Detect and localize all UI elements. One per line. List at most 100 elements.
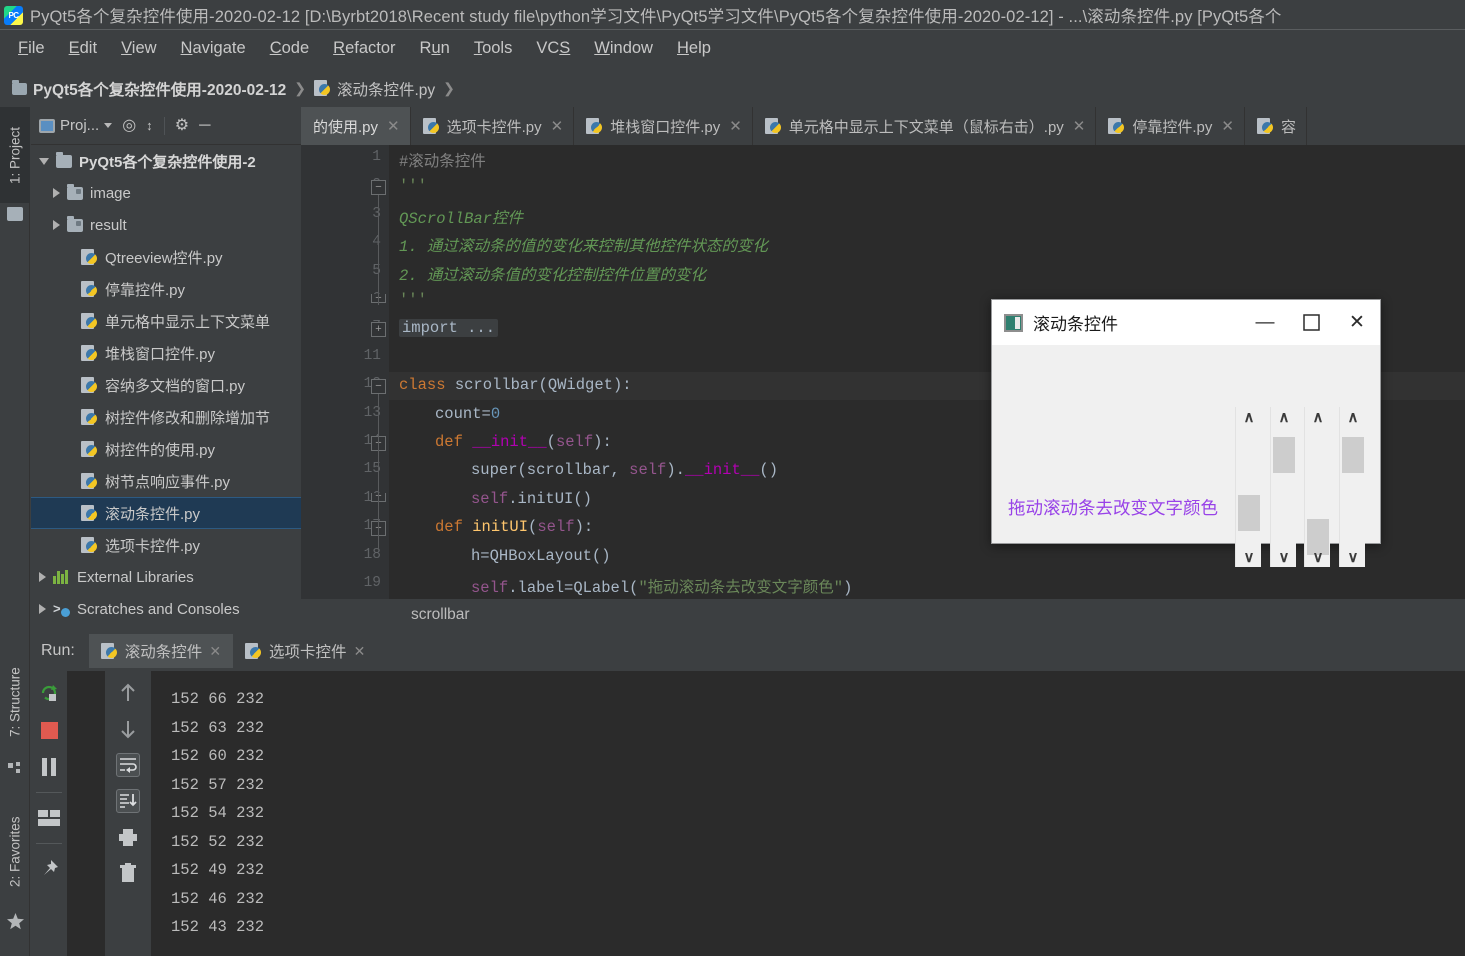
maximize-icon[interactable] — [1288, 300, 1334, 345]
chevron-down-icon[interactable]: ∨ — [1236, 547, 1262, 567]
chevron-up-icon[interactable]: ∧ — [1340, 407, 1366, 427]
locate-icon[interactable]: ◎ — [122, 117, 136, 134]
tree-item-0[interactable]: PyQt5各个复杂控件使用-2 — [31, 145, 301, 177]
menu-help[interactable]: Help — [667, 36, 721, 61]
breadcrumb-file[interactable]: 滚动条控件.py — [337, 78, 435, 100]
menu-code[interactable]: Code — [260, 36, 319, 61]
tree-item-6[interactable]: 堆栈窗口控件.py — [31, 337, 301, 369]
menu-edit[interactable]: Edit — [59, 36, 107, 61]
trash-icon[interactable] — [116, 861, 140, 885]
tree-item-5[interactable]: 单元格中显示上下文菜单 — [31, 305, 301, 337]
editor-tab-5[interactable]: 容 — [1245, 107, 1307, 145]
tree-item-1[interactable]: image — [31, 177, 301, 209]
scroll-to-end-icon[interactable] — [116, 789, 140, 813]
gear-icon[interactable]: ⚙ — [175, 117, 189, 134]
minimize-icon[interactable]: ─ — [199, 117, 210, 134]
run-tab-tabwidget[interactable]: 选项卡控件 ✕ — [233, 634, 377, 668]
menu-refactor[interactable]: Refactor — [323, 36, 405, 61]
console-output[interactable]: 152 66 232 152 63 232 152 60 232 152 57 232… — [151, 671, 1465, 956]
menu-file[interactable]: File — [8, 36, 55, 61]
editor-gutter[interactable]: 1234567111213141516171819−−+−−−− — [301, 145, 389, 599]
soft-wrap-icon[interactable] — [116, 753, 140, 777]
layout-icon[interactable] — [37, 806, 61, 830]
tree-item-label: 树节点响应事件.py — [105, 473, 231, 491]
menu-window[interactable]: Window — [584, 36, 663, 61]
chevron-right-icon[interactable] — [53, 188, 60, 198]
chevron-down-icon[interactable] — [104, 123, 113, 128]
menu-tools[interactable]: Tools — [464, 36, 523, 61]
editor-tab-2[interactable]: 堆栈窗口控件.py ✕ — [574, 107, 753, 145]
tree-item-7[interactable]: 容纳多文档的窗口.py — [31, 369, 301, 401]
tree-item-4[interactable]: 停靠控件.py — [31, 273, 301, 305]
menu-vcs[interactable]: VCS — [526, 36, 580, 61]
chevron-down-icon[interactable]: ∨ — [1340, 547, 1366, 567]
scrollbar-handle[interactable] — [1342, 437, 1364, 473]
qt-window-titlebar: 滚动条控件 — ✕ — [992, 300, 1380, 345]
green-scrollbar[interactable]: ∧ ∨ — [1270, 407, 1296, 567]
close-icon[interactable]: ✕ — [387, 117, 400, 135]
qt-window-controls: — ✕ — [1242, 300, 1380, 345]
close-icon[interactable]: ✕ — [1334, 300, 1380, 345]
scroll-up-icon[interactable] — [116, 681, 140, 705]
close-icon[interactable]: ✕ — [1073, 117, 1086, 135]
close-icon[interactable]: ✕ — [209, 643, 221, 660]
code-token: ): — [593, 433, 612, 451]
project-panel-title[interactable]: Proj... — [39, 117, 113, 134]
rerun-icon[interactable] — [37, 681, 61, 705]
editor-tab-4[interactable]: 停靠控件.py ✕ — [1096, 107, 1245, 145]
run-tab-scrollbar[interactable]: 滚动条控件 ✕ — [88, 634, 234, 668]
project-tree[interactable]: PyQt5各个复杂控件使用-2 image result Qtreeview控件.py… — [31, 145, 301, 622]
editor-tab-3[interactable]: 单元格中显示上下文菜单（鼠标右击）.py ✕ — [753, 107, 1097, 145]
chevron-up-icon[interactable]: ∧ — [1271, 407, 1297, 427]
tree-item-10[interactable]: 树节点响应事件.py — [31, 465, 301, 497]
close-icon[interactable]: ✕ — [354, 643, 366, 660]
scroll-down-icon[interactable] — [116, 717, 140, 741]
tree-item-14[interactable]: Scratches and Consoles — [31, 593, 301, 622]
chevron-right-icon[interactable] — [39, 572, 46, 582]
editor-tabbar[interactable]: 的使用.py ✕ 选项卡控件.py ✕ 堆栈窗口控件.py ✕ 单元格中显示上下文菜单（鼠标… — [301, 107, 1465, 145]
tree-item-13[interactable]: External Libraries — [31, 561, 301, 593]
collapse-all-icon[interactable]: ↕ — [146, 119, 154, 132]
pin-icon[interactable] — [37, 857, 61, 881]
chevron-down-icon[interactable]: ∨ — [1271, 547, 1297, 567]
breadcrumb-project[interactable]: PyQt5各个复杂控件使用-2020-02-12 — [33, 78, 286, 100]
chevron-down-icon[interactable]: ∨ — [1305, 547, 1331, 567]
blue-scrollbar[interactable]: ∧ ∨ — [1304, 407, 1330, 567]
red-scrollbar[interactable]: ∧ ∨ — [1235, 407, 1261, 567]
tree-item-11[interactable]: 滚动条控件.py — [31, 497, 301, 529]
editor-tab-0[interactable]: 的使用.py ✕ — [301, 107, 411, 145]
close-icon[interactable]: ✕ — [551, 117, 564, 135]
run-tab-tabwidget-label: 选项卡控件 — [269, 644, 347, 661]
tree-item-12[interactable]: 选项卡控件.py — [31, 529, 301, 561]
tree-item-3[interactable]: Qtreeview控件.py — [31, 241, 301, 273]
chevron-down-icon[interactable] — [39, 157, 49, 165]
editor-tab-1[interactable]: 选项卡控件.py ✕ — [411, 107, 575, 145]
rail-tab-favorites[interactable]: 2: Favorites — [0, 797, 30, 907]
code-fold-toggle-2[interactable]: + — [371, 322, 386, 338]
menu-view[interactable]: View — [111, 36, 166, 61]
rail-tab-project[interactable]: 1: Project — [0, 107, 30, 203]
close-icon[interactable]: ✕ — [1221, 117, 1234, 135]
alpha-scrollbar[interactable]: ∧ ∨ — [1339, 407, 1365, 567]
code-fold-toggle-3[interactable]: − — [371, 379, 386, 395]
qt-scrollbar-window[interactable]: 滚动条控件 — ✕ 拖动滚动条去改变文字颜色 ∧ ∨ ∧ ∨ ∧ ∨ ∧ ∨ — [991, 299, 1381, 567]
menu-run[interactable]: Run — [410, 36, 460, 61]
tree-item-8[interactable]: 树控件修改和删除增加节 — [31, 401, 301, 433]
code-fold-toggle-0[interactable]: − — [371, 180, 386, 196]
chevron-right-icon[interactable] — [39, 604, 46, 614]
chevron-right-icon[interactable] — [53, 220, 60, 230]
scrollbar-handle[interactable] — [1238, 495, 1260, 531]
pause-icon[interactable] — [37, 755, 61, 779]
chevron-up-icon[interactable]: ∧ — [1236, 407, 1262, 427]
editor-status-text: scrollbar — [411, 606, 470, 623]
tree-item-9[interactable]: 树控件的使用.py — [31, 433, 301, 465]
scrollbar-handle[interactable] — [1273, 437, 1295, 473]
menu-navigate[interactable]: Navigate — [171, 36, 256, 61]
tree-item-2[interactable]: result — [31, 209, 301, 241]
rail-tab-structure[interactable]: 7: Structure — [0, 647, 30, 757]
minimize-icon[interactable]: — — [1242, 300, 1288, 345]
chevron-up-icon[interactable]: ∧ — [1305, 407, 1331, 427]
close-icon[interactable]: ✕ — [729, 117, 742, 135]
stop-icon[interactable] — [37, 718, 61, 742]
print-icon[interactable] — [116, 825, 140, 849]
